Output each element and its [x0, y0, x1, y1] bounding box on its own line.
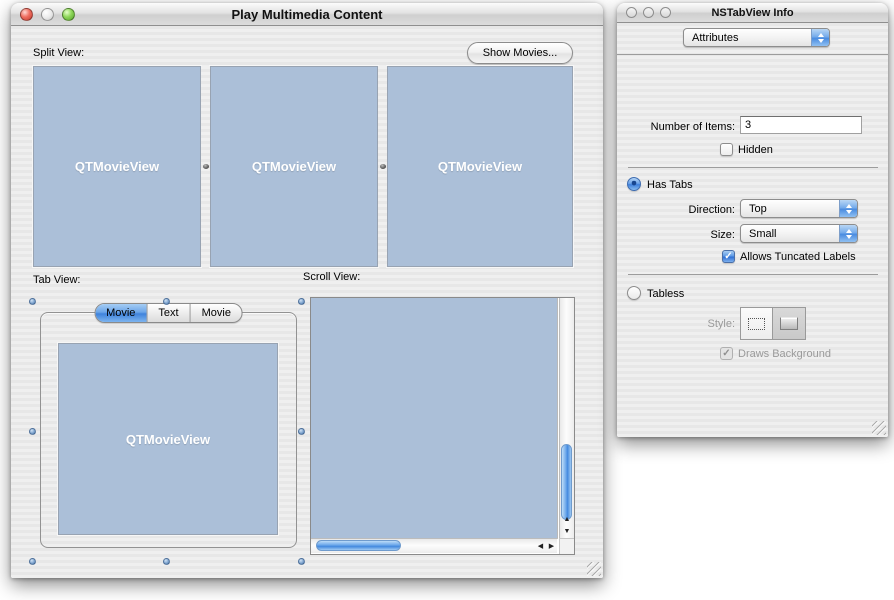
selection-handle[interactable]	[298, 428, 305, 435]
splitter-handle-icon	[380, 164, 386, 169]
popup-arrows-icon	[839, 200, 857, 217]
direction-popup[interactable]: Top	[740, 199, 858, 218]
allows-truncated-labels-label: Allows Tuncated Labels	[740, 251, 856, 263]
popup-arrows-icon	[839, 225, 857, 242]
scroll-view: ▲ ▼ ◀ ▶	[310, 297, 575, 555]
popup-value: Small	[741, 228, 839, 240]
selection-handle[interactable]	[163, 558, 170, 565]
horizontal-scroll-thumb[interactable]	[316, 540, 401, 551]
tab-movie-2[interactable]: Movie	[191, 304, 242, 322]
resize-grip-icon[interactable]	[587, 562, 601, 576]
selection-handle[interactable]	[298, 558, 305, 565]
size-label: Size:	[617, 229, 735, 241]
desktop: Play Multimedia Content Split View: Show…	[0, 0, 894, 600]
size-popup[interactable]: Small	[740, 224, 858, 243]
scroll-content-area[interactable]	[311, 298, 558, 539]
inspector-titlebar[interactable]: NSTabView Info	[617, 3, 888, 23]
draws-background-checkbox[interactable]: ✓	[720, 347, 733, 360]
number-of-items-field[interactable]	[740, 116, 862, 134]
qtmovieview-label: QTMovieView	[252, 159, 336, 174]
close-button[interactable]	[20, 8, 33, 21]
checkmark-icon: ✓	[722, 348, 730, 359]
window-title: Play Multimedia Content	[11, 7, 603, 22]
inspector-pane-popup[interactable]: Attributes	[683, 28, 830, 47]
selection-handle[interactable]	[29, 428, 36, 435]
vertical-scroll-thumb[interactable]	[561, 444, 572, 520]
splitter-divider[interactable]	[201, 66, 210, 267]
scroll-view-label: Scroll View:	[303, 271, 360, 283]
has-tabs-label: Has Tabs	[647, 179, 693, 191]
divider	[617, 54, 888, 55]
splitter-divider[interactable]	[378, 66, 387, 267]
selection-handle[interactable]	[29, 558, 36, 565]
popup-value: Attributes	[684, 32, 811, 44]
scrollbar-corner	[559, 538, 574, 554]
resize-grip-icon[interactable]	[872, 421, 886, 435]
number-of-items-label: Number of Items:	[617, 121, 735, 133]
split-view-label: Split View:	[33, 47, 84, 59]
dotted-border-icon	[748, 318, 765, 330]
direction-label: Direction:	[617, 204, 735, 216]
tab-content-movie-view[interactable]: QTMovieView	[58, 343, 278, 535]
selection-handle[interactable]	[29, 298, 36, 305]
scroll-up-icon[interactable]: ▲	[560, 514, 574, 525]
horizontal-scrollbar[interactable]: ◀ ▶	[311, 538, 557, 553]
zoom-button[interactable]	[660, 7, 671, 18]
style-borderless-button[interactable]	[741, 308, 773, 339]
inspector-window: NSTabView Info Attributes Number of Item…	[617, 3, 888, 437]
style-label: Style:	[617, 318, 735, 330]
split-pane-movie-3[interactable]: QTMovieView	[387, 66, 573, 267]
split-pane-movie-2[interactable]: QTMovieView	[210, 66, 378, 267]
selection-handle[interactable]	[298, 298, 305, 305]
split-pane-movie-1[interactable]: QTMovieView	[33, 66, 201, 267]
hidden-checkbox[interactable]	[720, 143, 733, 156]
scroll-left-icon[interactable]: ◀	[535, 539, 546, 553]
checkmark-icon: ✓	[724, 251, 732, 262]
tab-view-label: Tab View:	[33, 274, 81, 286]
tab-strip: Movie Text Movie	[94, 303, 243, 323]
split-view: QTMovieView QTMovieView QTMovieView	[33, 66, 573, 267]
scroll-down-icon[interactable]: ▼	[560, 526, 574, 537]
tab-view: Movie Text Movie QTMovieView	[40, 312, 297, 548]
qtmovieview-label: QTMovieView	[438, 159, 522, 174]
selection-handle[interactable]	[163, 298, 170, 305]
minimize-button[interactable]	[643, 7, 654, 18]
style-bezel-button[interactable]	[773, 308, 805, 339]
show-movies-button[interactable]: Show Movies...	[467, 42, 573, 64]
main-window-titlebar[interactable]: Play Multimedia Content	[11, 3, 603, 26]
popup-value: Top	[741, 203, 839, 215]
scroll-right-icon[interactable]: ▶	[546, 539, 557, 553]
tabless-radio[interactable]	[627, 286, 641, 300]
tab-text[interactable]: Text	[147, 304, 190, 322]
has-tabs-radio[interactable]	[627, 177, 641, 191]
allows-truncated-labels-checkbox[interactable]: ✓	[722, 250, 735, 263]
qtmovieview-label: QTMovieView	[126, 432, 210, 447]
vertical-scrollbar[interactable]: ▲ ▼	[559, 298, 574, 538]
splitter-handle-icon	[203, 164, 209, 169]
draws-background-label: Draws Background	[738, 348, 831, 360]
divider	[628, 167, 878, 168]
tab-movie-1[interactable]: Movie	[95, 304, 147, 322]
style-segmented-control	[740, 307, 806, 340]
minimize-button[interactable]	[41, 8, 54, 21]
hidden-label: Hidden	[738, 144, 773, 156]
main-window: Play Multimedia Content Split View: Show…	[11, 3, 603, 578]
close-button[interactable]	[626, 7, 637, 18]
bezel-border-icon	[780, 317, 798, 330]
tabless-label: Tabless	[647, 288, 684, 300]
zoom-button[interactable]	[62, 8, 75, 21]
qtmovieview-label: QTMovieView	[75, 159, 159, 174]
popup-arrows-icon	[811, 29, 829, 46]
divider	[628, 274, 878, 275]
